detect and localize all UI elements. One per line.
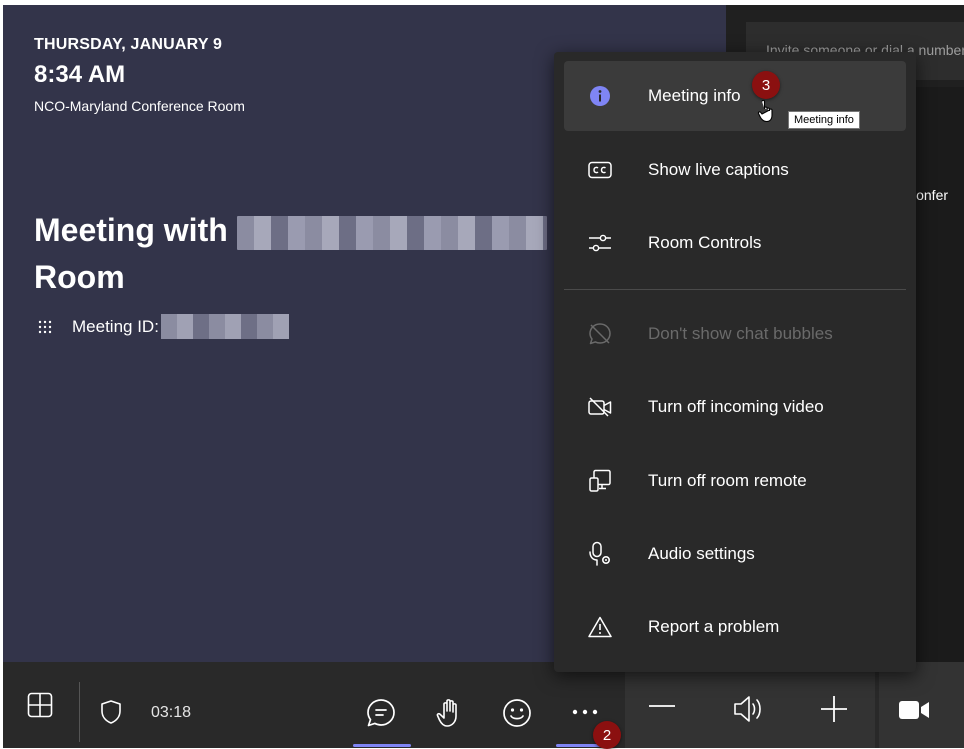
- volume-controls: [625, 662, 875, 748]
- menu-item-label: Audio settings: [648, 544, 755, 563]
- meeting-time: 8:34 AM: [34, 61, 126, 88]
- raise-hand-button[interactable]: [435, 696, 465, 730]
- captions-icon: [588, 158, 612, 182]
- call-timer: 03:18: [151, 704, 192, 721]
- menu-item-label: Room Controls: [648, 233, 762, 252]
- more-icon: [572, 709, 598, 715]
- menu-item-room-remote[interactable]: Turn off room remote: [564, 446, 906, 516]
- menu-item-label: Turn off room remote: [648, 471, 807, 490]
- room-name: NCO-Maryland Conference Room: [34, 98, 245, 114]
- menu-item-room-controls[interactable]: Room Controls: [564, 208, 906, 278]
- speaker-icon: [734, 696, 761, 722]
- redacted-organizer: [236, 215, 547, 250]
- sliders-icon: [588, 231, 612, 255]
- layout-button[interactable]: [25, 690, 55, 720]
- mic-settings-icon: [588, 541, 612, 566]
- shield-icon: [101, 700, 121, 724]
- chat-active-indicator: [353, 744, 411, 747]
- dialpad-icon: [38, 320, 52, 333]
- remote-icon: [588, 469, 612, 493]
- meeting-title: Meeting with Room: [34, 207, 594, 301]
- reactions-button[interactable]: [501, 697, 533, 729]
- menu-item-incoming-video[interactable]: Turn off incoming video: [564, 372, 906, 442]
- raise-hand-icon: [436, 699, 457, 727]
- camera-button[interactable]: [897, 698, 931, 722]
- menu-item-audio-settings[interactable]: Audio settings: [564, 519, 906, 589]
- meeting-id-row: Meeting ID:: [34, 314, 289, 339]
- meeting-toolbar: 03:18: [3, 662, 964, 748]
- menu-divider: [564, 289, 906, 290]
- camera-icon: [899, 701, 929, 719]
- chat-button[interactable]: [365, 697, 397, 729]
- video-off-icon: [588, 395, 612, 419]
- meeting-info-tooltip: Meeting info: [788, 111, 860, 129]
- meeting-date: THURSDAY, JANUARY 9: [34, 36, 223, 53]
- step-badge-2: 2: [593, 721, 621, 749]
- menu-item-label: Report a problem: [648, 617, 780, 636]
- hand-cursor-icon: [757, 99, 773, 123]
- chat-bubble-off-icon: [588, 322, 612, 346]
- menu-item-label: Turn off incoming video: [648, 397, 824, 416]
- meeting-title-prefix: Meeting with: [34, 212, 228, 248]
- meeting-title-suffix: Room: [34, 259, 125, 295]
- meeting-id-label: Meeting ID:: [72, 316, 159, 336]
- speaker-button[interactable]: [731, 694, 765, 724]
- warning-icon: [588, 615, 612, 639]
- reactions-icon: [503, 699, 531, 727]
- menu-item-label: Meeting info: [648, 86, 741, 105]
- step-badge-3: 3: [752, 71, 780, 99]
- volume-down-button[interactable]: [647, 700, 677, 712]
- camera-controls: [879, 662, 964, 748]
- volume-down-icon: [649, 705, 675, 707]
- volume-up-button[interactable]: [819, 694, 849, 724]
- toolbar-divider: [79, 682, 80, 742]
- menu-item-label: Don't show chat bubbles: [648, 324, 833, 343]
- security-button[interactable]: [99, 698, 123, 726]
- more-actions-button[interactable]: [569, 702, 601, 722]
- chat-icon: [367, 699, 395, 727]
- menu-item-chat-bubbles: Don't show chat bubbles: [564, 299, 906, 369]
- layout-icon: [27, 692, 53, 718]
- menu-item-label: Show live captions: [648, 160, 789, 179]
- more-actions-menu: Meeting info Show live captions Room Con…: [554, 52, 916, 672]
- redacted-meeting-id: [160, 314, 289, 339]
- info-icon: [588, 84, 612, 108]
- menu-item-report-problem[interactable]: Report a problem: [564, 592, 906, 662]
- volume-up-icon: [821, 696, 847, 722]
- menu-item-live-captions[interactable]: Show live captions: [564, 135, 906, 205]
